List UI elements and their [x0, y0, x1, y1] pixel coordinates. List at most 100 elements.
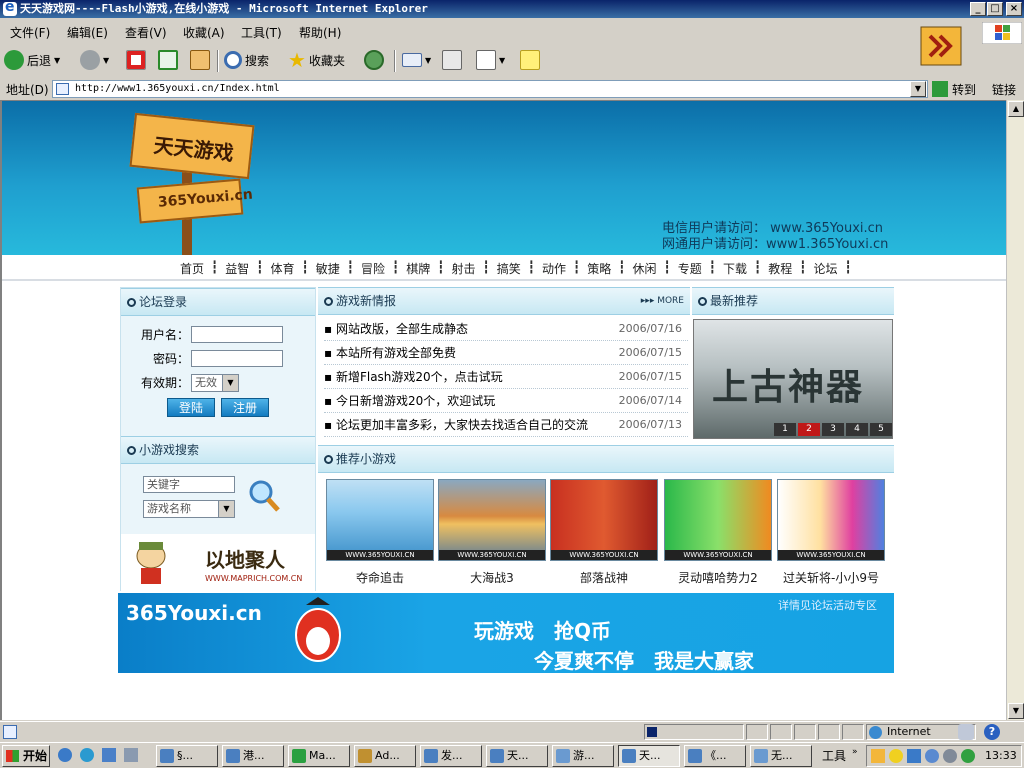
- game-title[interactable]: 过关斩将-小小9号: [771, 569, 891, 586]
- expiry-select[interactable]: 无效 ▼: [191, 374, 239, 392]
- back-button[interactable]: 后退 ▼: [4, 48, 60, 72]
- news-item[interactable]: ▪ 新增Flash游戏20个，点击试玩 2006/07/15: [324, 365, 688, 389]
- username-input[interactable]: [191, 326, 283, 343]
- nav-home[interactable]: 首页: [180, 260, 204, 277]
- keyword-input[interactable]: 关键字: [143, 476, 235, 493]
- site-logo[interactable]: 天天游戏: [129, 112, 255, 180]
- links-button[interactable]: 链接: [992, 81, 1016, 98]
- outlook-quicklaunch-icon[interactable]: [80, 748, 94, 762]
- nav-funny[interactable]: 搞笑: [497, 260, 521, 277]
- nav-action[interactable]: 动作: [542, 260, 566, 277]
- news-item[interactable]: ▪ 网站改版，全部生成静态 2006/07/16: [324, 317, 688, 341]
- taskbar-window[interactable]: 天...: [486, 745, 548, 767]
- game-thumbnail[interactable]: WWW.365YOUXI.CN: [777, 479, 885, 561]
- forward-button[interactable]: ▼: [80, 48, 109, 72]
- slide-page-1[interactable]: 1: [774, 423, 796, 436]
- nav-strategy[interactable]: 策略: [587, 260, 611, 277]
- start-button[interactable]: 开始: [2, 745, 50, 767]
- tray-umbrella-icon[interactable]: [961, 749, 975, 763]
- game-thumbnail[interactable]: WWW.365YOUXI.CN: [326, 479, 434, 561]
- tray-arrows-icon[interactable]: [871, 749, 885, 763]
- menu-view[interactable]: 查看(V): [125, 24, 167, 41]
- taskbar-window[interactable]: 《...: [684, 745, 746, 767]
- taskbar-window-active[interactable]: 天...: [618, 745, 680, 767]
- nav-board[interactable]: 棋牌: [406, 260, 430, 277]
- toolbar-tools-label[interactable]: 工具: [822, 747, 846, 764]
- site-logo-domain[interactable]: 365Youxi.cn: [136, 178, 253, 224]
- taskbar-window[interactable]: 港...: [222, 745, 284, 767]
- stop-button[interactable]: [126, 48, 146, 72]
- taskbar-window[interactable]: 游...: [552, 745, 614, 767]
- news-item[interactable]: ▪ 本站所有游戏全部免费 2006/07/15: [324, 341, 688, 365]
- vertical-scrollbar[interactable]: ▲ ▼: [1006, 100, 1024, 720]
- news-item[interactable]: ▪ 今日新增游戏20个，欢迎试玩 2006/07/14: [324, 389, 688, 413]
- more-link[interactable]: ▸▸▸ MORE: [641, 288, 684, 314]
- nav-puzzle[interactable]: 益智: [225, 260, 249, 277]
- menu-file[interactable]: 文件(F): [10, 24, 50, 41]
- nav-sports[interactable]: 体育: [271, 260, 295, 277]
- taskbar-window[interactable]: 发...: [420, 745, 482, 767]
- nav-shooting[interactable]: 射击: [452, 260, 476, 277]
- nav-forum[interactable]: 论坛: [814, 260, 838, 277]
- menu-edit[interactable]: 编辑(E): [67, 24, 108, 41]
- slide-page-5[interactable]: 5: [870, 423, 892, 436]
- nav-adventure[interactable]: 冒险: [361, 260, 385, 277]
- tray-network-icon[interactable]: [907, 749, 921, 763]
- game-title[interactable]: 灵动嘻哈势力2: [658, 569, 778, 586]
- menu-help[interactable]: 帮助(H): [299, 24, 341, 41]
- print-button[interactable]: [442, 48, 462, 72]
- address-input[interactable]: http://www1.365youxi.cn/Index.html: [52, 80, 928, 98]
- game-title[interactable]: 部落战神: [544, 569, 664, 586]
- taskbar-window[interactable]: Ma...: [288, 745, 350, 767]
- game-thumbnail[interactable]: WWW.365YOUXI.CN: [438, 479, 546, 561]
- minimize-button[interactable]: _: [970, 2, 986, 16]
- tray-volume-icon[interactable]: [943, 749, 957, 763]
- tray-qq-icon[interactable]: [889, 749, 903, 763]
- address-dropdown-icon[interactable]: ▼: [910, 81, 926, 97]
- chevron-double-icon[interactable]: »: [852, 747, 858, 757]
- taskbar-window[interactable]: §...: [156, 745, 218, 767]
- nav-topics[interactable]: 专题: [678, 260, 702, 277]
- maprich-ad[interactable]: 以地聚人 WWW.MAPRICH.COM.CN: [121, 534, 315, 592]
- login-button[interactable]: 登陆: [167, 398, 215, 417]
- game-title[interactable]: 大海战3: [432, 569, 552, 586]
- close-button[interactable]: ×: [1006, 2, 1022, 16]
- desktop-quicklaunch-icon[interactable]: [102, 748, 116, 762]
- go-button[interactable]: 转到: [932, 79, 976, 99]
- game-thumbnail[interactable]: WWW.365YOUXI.CN: [550, 479, 658, 561]
- nav-download[interactable]: 下载: [723, 260, 747, 277]
- recommend-image[interactable]: 上古神器 1 2 3 4 5: [693, 319, 893, 439]
- help-icon[interactable]: ?: [984, 724, 1000, 740]
- history-button[interactable]: [364, 48, 384, 72]
- slide-page-4[interactable]: 4: [846, 423, 868, 436]
- scroll-up-icon[interactable]: ▲: [1008, 101, 1024, 117]
- edit-button[interactable]: ▼: [476, 48, 505, 72]
- menu-tools[interactable]: 工具(T): [241, 24, 282, 41]
- tray-app-icon[interactable]: [925, 749, 939, 763]
- nav-tutorial[interactable]: 教程: [768, 260, 792, 277]
- taskbar-window[interactable]: Ad...: [354, 745, 416, 767]
- search-button[interactable]: 搜索: [224, 48, 269, 72]
- ie-quicklaunch-icon[interactable]: [58, 748, 72, 762]
- refresh-button[interactable]: [158, 48, 178, 72]
- game-thumbnail[interactable]: WWW.365YOUXI.CN: [664, 479, 772, 561]
- news-item[interactable]: ▪ 论坛更加丰富多彩，大家快去找适合自己的交流 2006/07/13: [324, 413, 688, 437]
- register-button[interactable]: 注册: [221, 398, 269, 417]
- clock[interactable]: 13:33: [985, 749, 1017, 762]
- promo-banner[interactable]: 365Youxi.cn 玩游戏 抢Q币 今夏爽不停 我是大赢家 详情见论坛活动专…: [118, 593, 894, 673]
- nav-casual[interactable]: 休闲: [633, 260, 657, 277]
- nav-agility[interactable]: 敏捷: [316, 260, 340, 277]
- mail-button[interactable]: ▼: [402, 48, 431, 72]
- password-input[interactable]: [191, 350, 283, 367]
- taskbar-window[interactable]: 无...: [750, 745, 812, 767]
- scroll-down-icon[interactable]: ▼: [1008, 703, 1024, 719]
- search-magnifier-icon[interactable]: [247, 478, 281, 514]
- explorer-quicklaunch-icon[interactable]: [124, 748, 138, 762]
- messenger-button[interactable]: [520, 48, 540, 72]
- menu-favorites[interactable]: 收藏(A): [183, 24, 225, 41]
- slide-page-3[interactable]: 3: [822, 423, 844, 436]
- home-button[interactable]: [190, 48, 210, 72]
- maximize-button[interactable]: □: [987, 2, 1003, 16]
- favorites-button[interactable]: ★ 收藏夹: [288, 48, 345, 72]
- slide-page-2-active[interactable]: 2: [798, 423, 820, 436]
